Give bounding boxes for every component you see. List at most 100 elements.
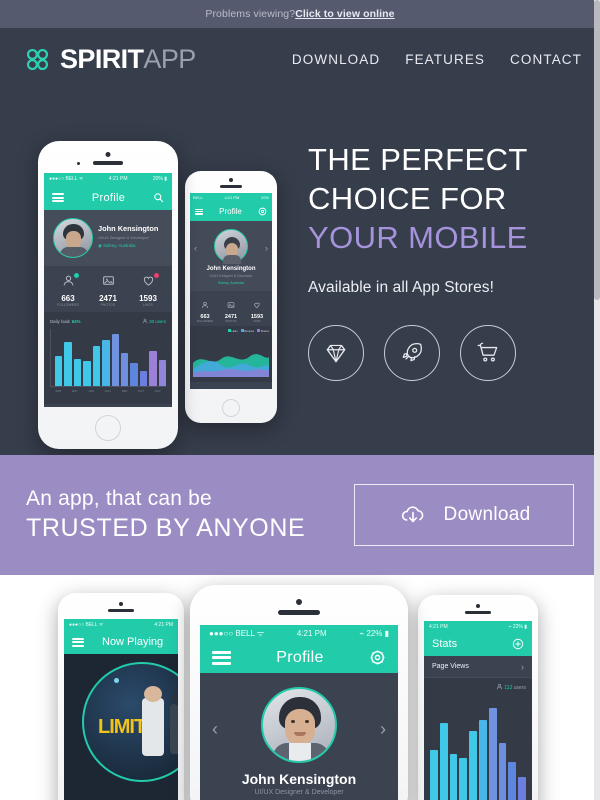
trust-band: An app, that can be TRUSTED BY ANYONE Do… <box>0 455 600 575</box>
stat-label: LIKES <box>142 303 154 307</box>
headline-line-3: YOUR MOBILE <box>308 220 528 255</box>
phone-now-playing: ●●●○○ BELL ᯤ 4:21 PM Now Playing LIMIT <box>58 593 184 800</box>
hamburger-icon[interactable] <box>195 208 203 215</box>
appbar-title: Profile <box>91 191 126 204</box>
page-scrollbar[interactable] <box>594 0 600 800</box>
download-button[interactable]: Download <box>354 484 574 546</box>
x-tick: JULY <box>104 389 112 393</box>
nav-contact[interactable]: CONTACT <box>510 52 582 67</box>
chevron-right-icon[interactable]: › <box>380 719 386 740</box>
phone-primary-screen: ●●●○○ BELL ᯤ 4:21 PM 20% ▮ Profile John … <box>44 173 172 407</box>
view-online-link[interactable]: Click to view online <box>295 8 394 20</box>
bar <box>449 753 458 800</box>
bottom-showcase: ●●●○○ BELL ᯤ 4:21 PM Now Playing LIMIT 4… <box>0 575 600 800</box>
brand-name-bold: SPIRIT <box>60 43 144 74</box>
status-time: 4:21 PM <box>296 629 327 638</box>
area-chart <box>193 354 269 377</box>
band-copy: An app, that can be TRUSTED BY ANYONE <box>26 487 354 543</box>
hamburger-icon[interactable] <box>72 637 84 647</box>
appbar-title: Profile <box>276 648 324 666</box>
nav-features[interactable]: FEATURES <box>405 52 485 67</box>
gear-icon[interactable] <box>369 649 386 666</box>
bar <box>83 360 91 386</box>
hero-headline: THE PERFECT CHOICE FOR YOUR MOBILE <box>308 140 588 257</box>
now-playing-screen: ●●●○○ BELL ᯤ 4:21 PM Now Playing LIMIT <box>64 619 178 800</box>
profile-location: Sidney, Australia <box>217 281 245 285</box>
chevron-left-icon[interactable]: ‹ <box>194 243 197 253</box>
row-label: Page Views <box>432 663 469 670</box>
status-carrier: ●●●○○ BELL ᯤ <box>49 176 84 182</box>
rocket-icon <box>402 343 422 362</box>
status-time: 4:21 PM <box>429 623 448 630</box>
hamburger-icon[interactable] <box>52 193 64 202</box>
chart-title: Daily load: 64% <box>50 318 81 324</box>
brand-logo[interactable]: SPIRITAPP <box>24 43 196 74</box>
bar <box>55 356 63 386</box>
bar <box>488 707 497 800</box>
chevron-left-icon[interactable]: ‹ <box>212 719 218 740</box>
appbar-title: Now Playing <box>102 636 164 648</box>
profile-name: John Kensington <box>206 266 256 272</box>
photo-icon <box>102 276 114 285</box>
stat-label: PHOTOS <box>100 303 116 307</box>
navbar: SPIRITAPP DOWNLOAD FEATURES CONTACT <box>0 28 600 90</box>
status-carrier: ●●●○○ BELL ᯤ <box>69 621 104 628</box>
stat-followers: 663 FOLLOWERS <box>48 273 88 307</box>
bar-chart <box>50 329 167 387</box>
page-views-bar-chart <box>430 694 526 800</box>
bar <box>102 340 110 386</box>
bar <box>73 358 82 386</box>
users-icon <box>496 683 503 690</box>
stat-label: LIKES <box>253 320 261 323</box>
status-time: 4:21 PM <box>108 176 128 182</box>
home-button[interactable] <box>222 399 240 417</box>
x-tick: OCT <box>138 389 144 393</box>
phone-camera <box>476 604 480 608</box>
stats-row: 663 FOLLOWERS 2471 PHOTOS 1593 LIKES <box>44 266 172 312</box>
profile-role: UI/UX Designer & Developer <box>254 789 344 796</box>
search-icon[interactable] <box>153 192 164 203</box>
brand-wordmark: SPIRITAPP <box>60 43 196 74</box>
bar <box>149 350 157 386</box>
phone-camera <box>119 602 123 606</box>
hamburger-icon[interactable] <box>212 650 231 665</box>
profile-name: John Kensington <box>98 224 159 233</box>
bar <box>120 352 129 386</box>
phone-speaker <box>220 185 242 188</box>
bar <box>478 720 487 800</box>
stat-value: 1593 <box>139 294 157 303</box>
bar <box>158 359 167 386</box>
daily-load-panel: Daily load: 64% 30 users APR MAY JUN JULY SE… <box>44 312 172 404</box>
gear-icon[interactable] <box>258 207 267 216</box>
avatar <box>261 687 337 763</box>
chart-x-labels: APR MAY JUN JULY SEP OCT NOV <box>50 389 166 393</box>
status-battery: ⌁ 22% ▮ <box>359 629 389 638</box>
badge-store[interactable] <box>460 325 516 381</box>
phone-sensor <box>77 162 81 166</box>
status-carrier: BELL <box>193 195 203 200</box>
page-views-row[interactable]: Page Views › <box>424 656 532 678</box>
badge-quality[interactable] <box>308 325 364 381</box>
bar <box>469 730 477 800</box>
stat-value: 2471 <box>99 294 117 303</box>
stat-followers: 663 FOLLOWERS <box>192 296 218 323</box>
status-bar: ●●●○○ BELL ᯤ 4:21 PM ⌁ 22% ▮ <box>200 625 398 642</box>
x-tick: NOV <box>154 389 161 393</box>
bar <box>111 333 119 386</box>
hero-subheadline: Available in all App Stores! <box>308 279 495 296</box>
nav-download[interactable]: DOWNLOAD <box>292 52 380 67</box>
album-art: LIMIT <box>64 654 178 800</box>
home-button[interactable] <box>95 415 121 441</box>
bar <box>139 371 148 386</box>
scrollbar-thumb[interactable] <box>594 0 600 300</box>
user-icon <box>202 302 208 309</box>
preheader-bar: Problems viewing? Click to view online <box>0 0 600 28</box>
heart-icon <box>143 276 153 286</box>
page-views-chart-panel: 112 users <box>424 678 532 800</box>
bar <box>439 722 448 800</box>
badge-fast[interactable] <box>384 325 440 381</box>
chevron-right-icon[interactable]: › <box>265 243 268 253</box>
profile-hero: ‹ › John Kensington UI/UX Designer & Dev… <box>190 221 272 291</box>
plus-circle-icon[interactable] <box>512 638 524 650</box>
cart-icon <box>477 342 498 362</box>
